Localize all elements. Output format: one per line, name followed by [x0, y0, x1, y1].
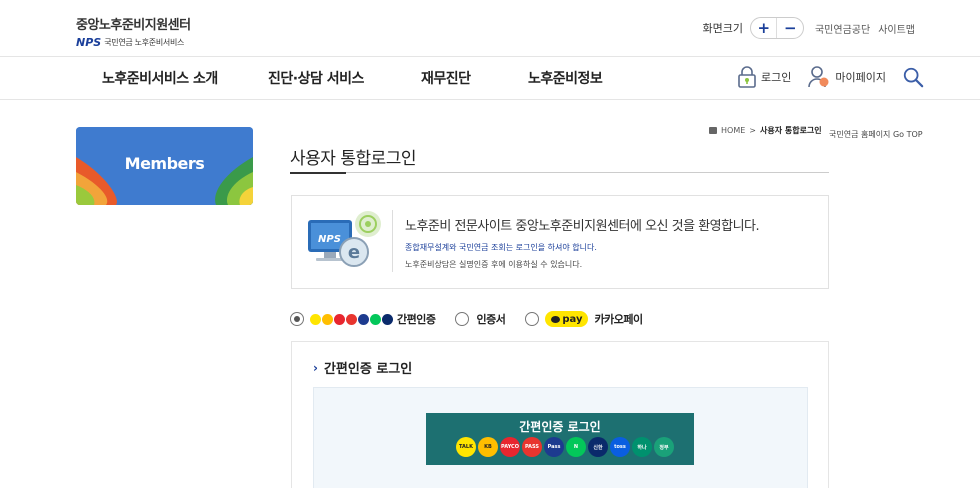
site-logo[interactable]: 중앙노후준비지원센터 NPS 국민연금 노후준비서비스	[76, 14, 191, 49]
radio-kakaopay[interactable]	[525, 312, 540, 326]
pass-icon: PASS	[522, 437, 542, 457]
logo-nps-mark: NPS	[76, 36, 102, 49]
nps-homepage-link[interactable]: 국민연금 홈페이지 Go TOP	[829, 128, 924, 141]
kakaopay-badge-text: pay	[562, 313, 583, 325]
logo-subline: NPS 국민연금 노후준비서비스	[76, 36, 191, 49]
welcome-login-note: 종합재무설계와 국민연금 조회는 로그인을 하셔야 합니다.	[405, 243, 597, 252]
auth-method-selector: 간편인증 인증서 pay 카카오페이	[290, 310, 643, 328]
nav-item-diagnosis-counsel[interactable]: 진단·상담 서비스	[268, 68, 364, 88]
panel-title: 간편인증 로그인	[323, 362, 413, 377]
payco-icon: PAYCO	[500, 437, 520, 457]
font-size-label: 화면크기	[702, 22, 743, 35]
logo-subtitle: 국민연금 노후준비서비스	[104, 38, 185, 47]
chevron-right-icon: ›	[313, 360, 318, 375]
main-navigation: 노후준비서비스 소개 진단·상담 서비스 재무진단 노후준비정보 로그인 마이페…	[0, 57, 980, 100]
login-button-area: 간편인증 로그인 TALK KB PAYCO PASS Pass N 신한 toss 하나 정부	[313, 387, 808, 488]
nav-item-retirement-info[interactable]: 노후준비정보	[528, 68, 603, 88]
login-link[interactable]: 로그인	[737, 65, 791, 89]
breadcrumb-separator: >	[749, 126, 756, 135]
shinhan-icon: 신한	[588, 437, 608, 457]
font-increase-button[interactable]: +	[751, 18, 777, 38]
toss-icon: toss	[610, 437, 630, 457]
naver-mini-icon	[370, 313, 381, 325]
welcome-divider	[392, 210, 393, 272]
payco-mini-icon	[334, 313, 345, 325]
search-icon[interactable]	[902, 66, 924, 88]
kakao-bubble-icon	[551, 315, 561, 323]
gov-icon: 정부	[654, 437, 674, 457]
kakaopay-badge: pay	[545, 311, 589, 327]
page-title: 사용자 통합로그인	[290, 149, 417, 169]
easy-auth-login-button[interactable]: 간편인증 로그인 TALK KB PAYCO PASS Pass N 신한 toss 하나 정부	[426, 413, 694, 465]
nav-item-financial-diagnosis[interactable]: 재무진단	[421, 68, 471, 88]
kakaopay-label[interactable]: 카카오페이	[594, 311, 643, 327]
welcome-message: 노후준비 전문사이트 중앙노후준비지원센터에 오신 것을 환영합니다.	[405, 219, 760, 234]
user-icon	[808, 66, 829, 88]
mypage-link[interactable]: 마이페이지	[807, 65, 886, 89]
svg-text:e: e	[348, 242, 360, 263]
pass-mini-icon	[346, 313, 357, 325]
font-decrease-button[interactable]: −	[776, 18, 803, 38]
nps-corp-link[interactable]: 국민연금공단	[815, 21, 870, 36]
kakao-mini-icon	[310, 313, 321, 325]
title-underline	[290, 172, 829, 174]
font-size-controls: + −	[749, 17, 804, 39]
breadcrumb-current: 사용자 통합로그인	[759, 126, 822, 135]
lock-icon	[738, 66, 756, 88]
certificate-label[interactable]: 인증서	[476, 311, 505, 327]
breadcrumb: HOME > 사용자 통합로그인	[709, 125, 822, 136]
welcome-verify-note: 노후준비상담은 실명인증 후에 이용하실 수 있습니다.	[405, 260, 583, 269]
radio-certificate[interactable]	[455, 312, 470, 326]
logo-title: 중앙노후준비지원센터	[76, 18, 191, 33]
naver-icon: N	[566, 437, 586, 457]
shinhan-mini-icon	[382, 313, 393, 325]
home-icon	[709, 127, 717, 134]
provider-icon-row: TALK KB PAYCO PASS Pass N 신한 toss 하나 정부	[456, 437, 674, 457]
radio-easy-auth[interactable]	[290, 312, 304, 326]
kb-mini-icon	[322, 313, 333, 325]
gnb-utility: 로그인 마이페이지	[737, 65, 924, 89]
sitemap-link[interactable]: 사이트맵	[878, 21, 915, 36]
kakao-icon: TALK	[456, 437, 476, 457]
members-banner: Members	[76, 127, 253, 205]
easy-auth-provider-icons	[310, 313, 393, 325]
samsung-pass-mini-icon	[358, 313, 369, 325]
breadcrumb-home[interactable]: HOME	[721, 126, 745, 135]
nps-badge: NPS	[318, 234, 341, 245]
login-label: 로그인	[761, 71, 792, 84]
members-title: Members	[124, 154, 205, 173]
easy-auth-label[interactable]: 간편인증	[397, 311, 436, 327]
easy-auth-login-button-label: 간편인증 로그인	[519, 420, 601, 434]
mypage-label: 마이페이지	[835, 71, 886, 84]
hana-icon: 하나	[632, 437, 652, 457]
welcome-box: e NPS 노후준비 전문사이트 중앙노후준비지원센터에 오신 것을 환영합니다…	[291, 195, 829, 289]
easy-auth-login-panel: › 간편인증 로그인 간편인증 로그인 TALK KB PAYCO PASS Pass N…	[291, 341, 829, 488]
utility-menu: 화면크기 + − 국민연금공단 사이트맵	[703, 17, 980, 39]
samsung-pass-icon: Pass	[544, 437, 564, 457]
nav-item-service-intro[interactable]: 노후준비서비스 소개	[102, 68, 218, 88]
top-bar: 중앙노후준비지원센터 NPS 국민연금 노후준비서비스 화면크기 + − 국민연…	[0, 0, 980, 57]
kb-icon: KB	[478, 437, 498, 457]
panel-heading: › 간편인증 로그인	[313, 358, 413, 378]
